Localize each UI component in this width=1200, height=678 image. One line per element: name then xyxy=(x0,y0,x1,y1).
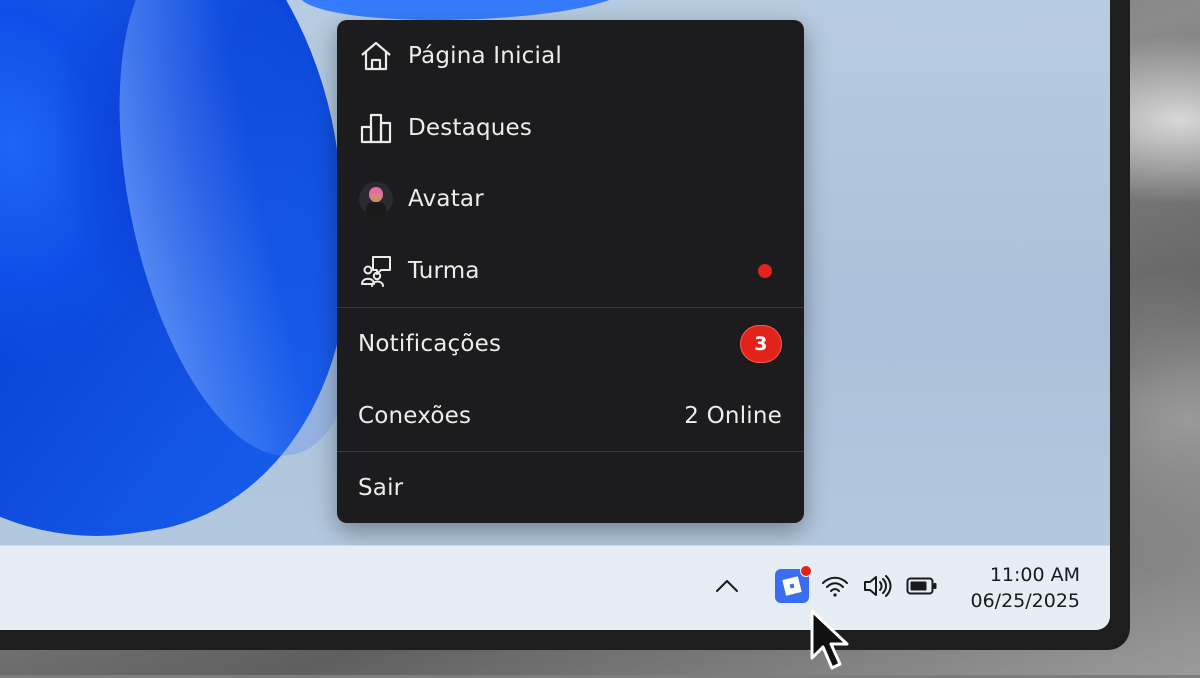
avatar-icon xyxy=(358,181,394,217)
roblox-icon[interactable] xyxy=(775,565,812,603)
menu-item-label: Turma xyxy=(408,258,480,284)
volume-icon[interactable] xyxy=(862,572,894,600)
menu-item-label: Sair xyxy=(358,475,404,501)
battery-icon[interactable] xyxy=(906,576,938,596)
menu-item-avatar[interactable]: Avatar xyxy=(337,163,804,235)
chevron-up-icon[interactable] xyxy=(712,574,742,598)
notifications-count-badge: 3 xyxy=(740,325,782,363)
avatar xyxy=(359,182,393,216)
party-notification-dot xyxy=(758,264,772,278)
charts-icon xyxy=(358,110,394,146)
menu-item-label: Destaques xyxy=(408,115,533,141)
mouse-pointer-icon xyxy=(808,608,858,674)
wallpaper-bloom-top xyxy=(300,0,630,20)
menu-item-party[interactable]: Turma xyxy=(337,235,804,307)
party-icon xyxy=(358,253,394,289)
menu-item-label: Conexões xyxy=(358,403,472,429)
menu-item-home[interactable]: Página Inicial xyxy=(337,20,804,92)
menu-item-logout[interactable]: Sair xyxy=(337,452,804,524)
wifi-icon[interactable] xyxy=(820,572,850,600)
clock-time: 11:00 AM xyxy=(989,564,1080,586)
menu-item-label: Avatar xyxy=(408,186,484,212)
home-icon xyxy=(358,38,394,74)
taskbar-clock[interactable]: 11:00 AM 06/25/2025 xyxy=(950,562,1080,614)
app-notification-dot xyxy=(800,565,812,577)
desktop-screen: Página Inicial Destaques Avatar Turma No… xyxy=(0,0,1110,630)
taskbar: 11:00 AM 06/25/2025 xyxy=(0,545,1110,630)
clock-date: 06/25/2025 xyxy=(970,590,1080,612)
menu-item-notifications[interactable]: Notificações 3 xyxy=(337,308,804,380)
menu-item-label: Notificações xyxy=(358,331,502,357)
connections-online-status: 2 Online xyxy=(684,403,782,429)
app-tray-menu: Página Inicial Destaques Avatar Turma No… xyxy=(337,20,804,523)
menu-item-label: Página Inicial xyxy=(408,43,562,69)
menu-item-highlights[interactable]: Destaques xyxy=(337,92,804,164)
menu-item-connections[interactable]: Conexões 2 Online xyxy=(337,380,804,452)
